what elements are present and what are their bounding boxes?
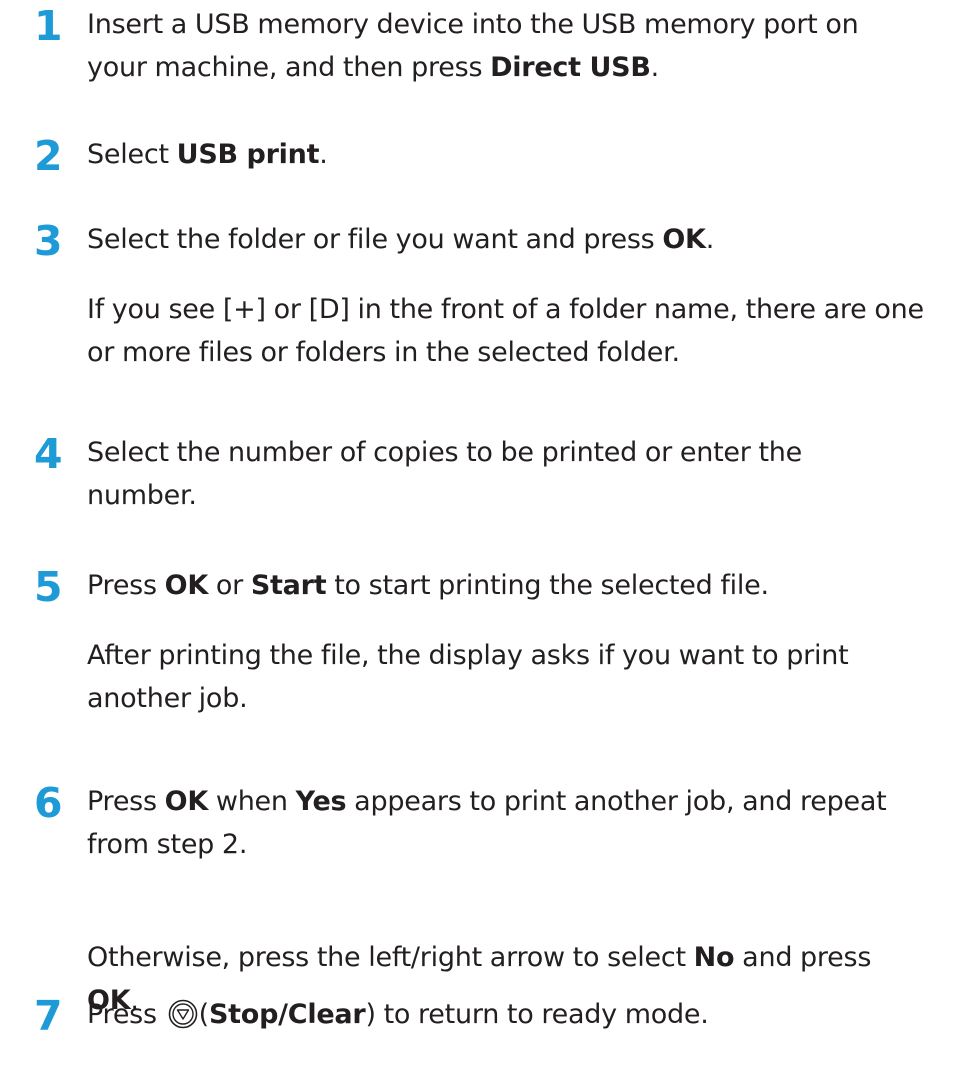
ui-term: OK bbox=[164, 570, 209, 601]
text-run: appears to print another job, and repeat bbox=[346, 786, 887, 817]
step-instruction: Select USB print. bbox=[87, 133, 328, 176]
text-run: Select the number of copies to be printe… bbox=[87, 437, 803, 468]
stop-clear-icon bbox=[168, 999, 197, 1029]
text-run: ( bbox=[198, 999, 210, 1030]
text-run: . bbox=[650, 52, 660, 83]
ui-term: Start bbox=[250, 570, 327, 601]
text-run: and press bbox=[734, 942, 872, 973]
ui-term: Yes bbox=[295, 786, 347, 817]
step-instruction: Select the folder or file you want and p… bbox=[87, 218, 714, 261]
text-run: After printing the file, the display ask… bbox=[87, 640, 849, 671]
text-run: Press bbox=[87, 786, 165, 817]
ui-term: No bbox=[693, 942, 735, 973]
step-number: 3 bbox=[34, 217, 63, 265]
ui-term: Direct USB bbox=[490, 52, 651, 83]
text-run: Press bbox=[87, 999, 165, 1030]
ui-term: Stop/Clear bbox=[208, 999, 366, 1030]
step-instruction: Select the number of copies to be printe… bbox=[87, 431, 802, 517]
ui-term: OK bbox=[164, 786, 209, 817]
text-run: . bbox=[705, 224, 715, 255]
step-instruction: Insert a USB memory device into the USB … bbox=[87, 3, 859, 89]
step-instruction: Press OK or Start to start printing the … bbox=[87, 564, 769, 607]
step-note: If you see [+] or [D] in the front of a … bbox=[87, 288, 924, 374]
text-run: when bbox=[208, 786, 296, 817]
text-run: . bbox=[319, 139, 328, 170]
text-run: to start printing the selected file. bbox=[326, 570, 769, 601]
text-run: number. bbox=[87, 480, 197, 511]
step-note: After printing the file, the display ask… bbox=[87, 634, 849, 720]
text-run: or more files or folders in the selected… bbox=[87, 337, 680, 368]
step-instruction: Press (Stop/Clear) to return to ready mo… bbox=[87, 993, 709, 1036]
step-number: 5 bbox=[34, 563, 63, 611]
step-number: 7 bbox=[34, 992, 63, 1040]
step-number: 4 bbox=[34, 430, 63, 478]
text-run: your machine, and then press bbox=[87, 52, 491, 83]
step-number: 6 bbox=[34, 779, 63, 827]
text-run: from step 2. bbox=[87, 829, 248, 860]
ui-term: OK bbox=[662, 224, 706, 255]
text-run: Select bbox=[87, 139, 177, 170]
text-run: another job. bbox=[87, 683, 248, 714]
text-run: ) to return to ready mode. bbox=[365, 999, 709, 1030]
text-run: If you see [+] or [D] in the front of a … bbox=[87, 294, 924, 325]
step-number: 2 bbox=[34, 132, 63, 180]
text-run: Press bbox=[87, 570, 165, 601]
step-number: 1 bbox=[34, 2, 63, 50]
ui-term: USB print bbox=[176, 139, 320, 170]
text-run: Otherwise, press the left/right arrow to… bbox=[87, 942, 694, 973]
step-instruction: Press OK when Yes appears to print anoth… bbox=[87, 780, 887, 866]
text-run: or bbox=[208, 570, 251, 601]
text-run: Select the folder or file you want and p… bbox=[87, 224, 663, 255]
text-run: Insert a USB memory device into the USB … bbox=[87, 9, 859, 40]
